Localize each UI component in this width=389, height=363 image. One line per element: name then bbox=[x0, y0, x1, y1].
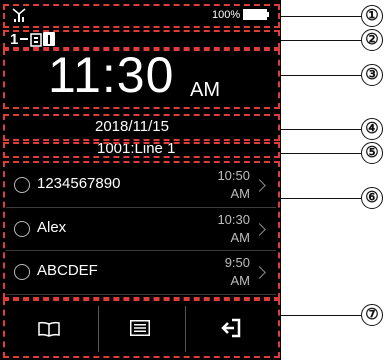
region-status-bar bbox=[3, 4, 280, 28]
callout-7: ⑦ bbox=[361, 304, 383, 326]
callout-1: ① bbox=[361, 5, 383, 27]
region-line-name bbox=[3, 142, 280, 158]
callout-5: ⑤ bbox=[361, 142, 383, 164]
callout-6: ⑥ bbox=[361, 187, 383, 209]
region-date bbox=[3, 114, 280, 141]
callout-leader bbox=[281, 75, 361, 76]
region-clock bbox=[3, 49, 280, 109]
callout-leader bbox=[281, 40, 361, 41]
callout-leader bbox=[281, 315, 361, 316]
region-line-status bbox=[3, 30, 280, 49]
callout-leader bbox=[281, 16, 361, 17]
callout-leader bbox=[281, 198, 361, 199]
callout-leader bbox=[281, 129, 361, 130]
region-call-list bbox=[3, 161, 280, 299]
callout-3: ③ bbox=[361, 64, 383, 86]
callout-leader bbox=[281, 153, 361, 154]
region-softkeys bbox=[3, 299, 280, 358]
callout-4: ④ bbox=[361, 118, 383, 140]
callout-2: ② bbox=[361, 29, 383, 51]
